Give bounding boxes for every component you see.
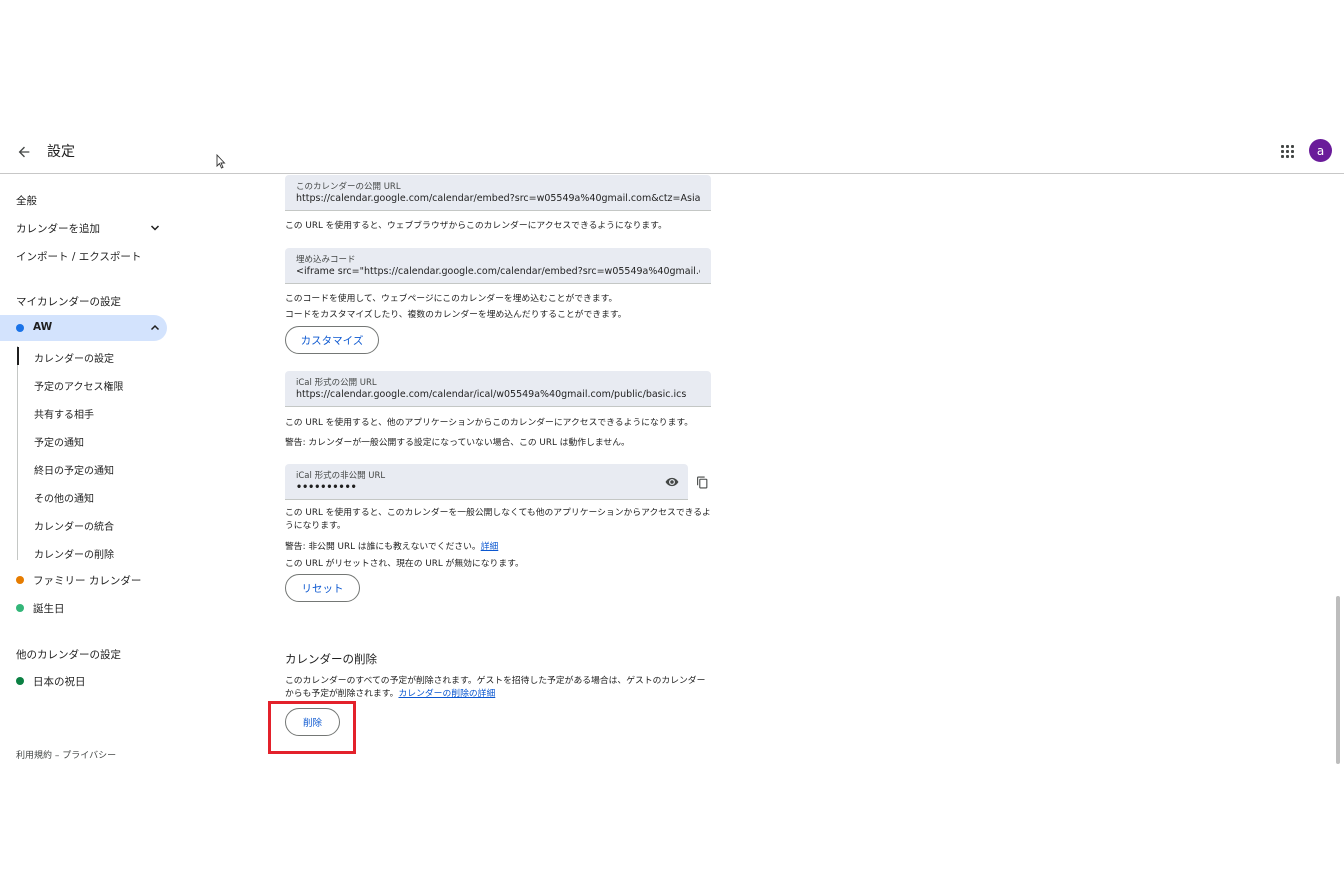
- ical-private-description: この URL を使用すると、このカレンダーを一般公開しなくても他のアプリケーショ…: [285, 508, 711, 531]
- ical-private-warning-line: 警告: 非公開 URL は誰にも教えないでください。詳細: [285, 539, 498, 552]
- details-link[interactable]: 詳細: [481, 542, 499, 552]
- sidebar-item-general[interactable]: 全般: [16, 193, 37, 208]
- page-title: 設定: [47, 144, 75, 160]
- sub-item-other-notifications[interactable]: その他の通知: [34, 490, 94, 505]
- customize-button[interactable]: カスタマイズ: [285, 326, 379, 354]
- ical-public-warning: 警告: カレンダーが一般公開する設定になっていない場合、この URL は動作しま…: [285, 438, 630, 448]
- field-label: iCal 形式の非公開 URL: [296, 471, 386, 481]
- sidebar-calendar-aw[interactable]: AW: [0, 315, 167, 341]
- chevron-down-icon[interactable]: [150, 223, 160, 233]
- field-value[interactable]: https://calendar.google.com/calendar/emb…: [296, 193, 700, 204]
- calendar-label: 日本の祝日: [33, 676, 86, 688]
- public-url-description: この URL を使用すると、ウェブブラウザからこのカレンダーにアクセスできるよう…: [285, 221, 667, 231]
- sub-item-remove-calendar[interactable]: カレンダーの削除: [34, 546, 114, 561]
- sidebar-calendar-birthdays[interactable]: 誕生日: [0, 595, 167, 621]
- ical-public-url-field[interactable]: iCal 形式の公開 URL https://calendar.google.c…: [285, 371, 711, 407]
- sidebar-item-add-calendar[interactable]: カレンダーを追加: [16, 221, 100, 236]
- privacy-link[interactable]: プライバシー: [62, 751, 116, 761]
- delete-details-link[interactable]: カレンダーの削除の詳細: [398, 689, 495, 699]
- account-avatar[interactable]: a: [1309, 139, 1332, 162]
- google-apps-icon[interactable]: [1276, 140, 1298, 162]
- copy-icon[interactable]: [693, 473, 711, 491]
- footer-links: 利用規約 – プライバシー: [16, 748, 116, 761]
- my-calendars-heading: マイカレンダーの設定: [16, 296, 121, 308]
- sub-item-event-notifications[interactable]: 予定の通知: [34, 434, 84, 449]
- sidebar-calendar-japan-holidays[interactable]: 日本の祝日: [0, 668, 167, 694]
- top-app-bar: 設定 a: [0, 130, 1344, 174]
- sidebar-item-import-export[interactable]: インポート / エクスポート: [16, 249, 141, 264]
- reset-note: この URL がリセットされ、現在の URL が無効になります。: [285, 559, 524, 569]
- field-value-masked[interactable]: ••••••••••: [296, 482, 656, 493]
- delete-button-highlight-box: [268, 701, 356, 754]
- scrollbar-thumb[interactable]: [1336, 596, 1340, 764]
- embed-code-field[interactable]: 埋め込みコード <iframe src="https://calendar.go…: [285, 248, 711, 284]
- calendar-color-dot: [16, 604, 24, 612]
- field-label: iCal 形式の公開 URL: [296, 378, 377, 388]
- field-label: 埋め込みコード: [296, 255, 356, 265]
- embed-code-description-2: コードをカスタマイズしたり、複数のカレンダーを埋め込んだりすることができます。: [285, 310, 627, 320]
- chevron-up-icon[interactable]: [150, 323, 160, 333]
- sub-item-calendar-settings[interactable]: カレンダーの設定: [34, 350, 114, 365]
- sub-item-share-with[interactable]: 共有する相手: [34, 406, 94, 421]
- calendar-color-dot: [16, 324, 24, 332]
- ical-public-description: この URL を使用すると、他のアプリケーションからこのカレンダーにアクセスでき…: [285, 418, 694, 428]
- field-label: このカレンダーの公開 URL: [296, 182, 401, 192]
- back-arrow-icon[interactable]: [12, 140, 36, 164]
- sub-item-access-permissions[interactable]: 予定のアクセス権限: [34, 378, 124, 393]
- ical-private-warning: 警告: 非公開 URL は誰にも教えないでください。: [285, 542, 481, 552]
- delete-calendar-description: このカレンダーのすべての予定が削除されます。ゲストを招待した予定がある場合は、ゲ…: [285, 675, 713, 701]
- field-value[interactable]: https://calendar.google.com/calendar/ica…: [296, 389, 700, 400]
- calendar-label: ファミリー カレンダー: [33, 575, 142, 587]
- calendar-settings-subnav: カレンダーの設定 予定のアクセス権限 共有する相手 予定の通知 終日の予定の通知…: [17, 346, 167, 561]
- public-url-field[interactable]: このカレンダーの公開 URL https://calendar.google.c…: [285, 175, 711, 211]
- reset-button[interactable]: リセット: [285, 574, 360, 602]
- calendar-label: AW: [33, 321, 53, 333]
- footer-separator: –: [52, 751, 63, 761]
- delete-calendar-heading: カレンダーの削除: [285, 652, 377, 666]
- other-calendars-heading: 他のカレンダーの設定: [16, 649, 121, 661]
- sub-item-integrate-calendar[interactable]: カレンダーの統合: [34, 518, 114, 533]
- calendar-label: 誕生日: [33, 603, 65, 615]
- active-indicator: [17, 347, 19, 365]
- sidebar-calendar-family[interactable]: ファミリー カレンダー: [0, 567, 167, 593]
- mouse-cursor-icon: [216, 153, 226, 173]
- ical-private-url-field[interactable]: iCal 形式の非公開 URL ••••••••••: [285, 464, 688, 500]
- embed-code-description: このコードを使用して、ウェブページにこのカレンダーを埋め込むことができます。: [285, 294, 618, 304]
- calendar-color-dot: [16, 677, 24, 685]
- field-value[interactable]: <iframe src="https://calendar.google.com…: [296, 266, 700, 277]
- calendar-color-dot: [16, 576, 24, 584]
- terms-link[interactable]: 利用規約: [16, 751, 52, 761]
- eye-icon[interactable]: [663, 473, 681, 491]
- sub-item-allday-notifications[interactable]: 終日の予定の通知: [34, 462, 114, 477]
